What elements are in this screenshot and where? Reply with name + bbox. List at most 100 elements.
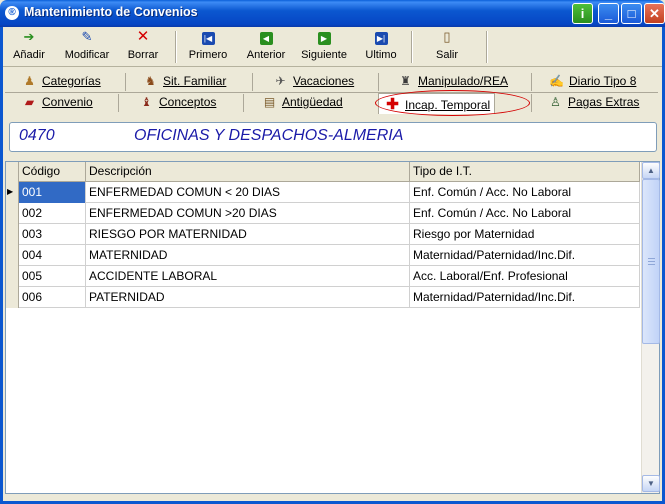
tab-row-divider	[5, 92, 658, 93]
next-record-icon: ▶	[316, 29, 332, 45]
cell-descripcion[interactable]: RIESGO POR MATERNIDAD	[86, 224, 410, 245]
app-icon[interactable]: ®	[5, 6, 19, 20]
tab-label: Manipulado/REA	[418, 74, 509, 88]
highlight-oval	[375, 90, 530, 116]
modify-button[interactable]: ✎ Modificar	[59, 29, 115, 65]
column-header-codigo[interactable]: Código	[19, 162, 86, 182]
last-button[interactable]: ▶| Ultimo	[359, 29, 403, 65]
table-row[interactable]: 004 MATERNIDAD Maternidad/Paternidad/Inc…	[6, 245, 640, 266]
modify-label: Modificar	[64, 49, 110, 61]
tab-vacaciones[interactable]: ✈ Vacaciones	[273, 74, 354, 94]
cell-descripcion[interactable]: ACCIDENTE LABORAL	[86, 266, 410, 287]
tab-divider	[243, 94, 244, 112]
add-button[interactable]: ➔ Añadir	[7, 29, 51, 65]
delete-label: Borrar	[127, 49, 159, 61]
table-row[interactable]: 006 PATERNIDAD Maternidad/Paternidad/Inc…	[6, 287, 640, 308]
cell-tipo[interactable]: Enf. Común / Acc. No Laboral	[410, 182, 640, 203]
row-indicator-header	[6, 162, 19, 182]
tab-antiguedad[interactable]: ▤ Antigüedad	[262, 95, 343, 115]
last-label: Ultimo	[365, 49, 397, 61]
worker-icon: ♟	[24, 74, 35, 88]
maximize-button[interactable]: □	[621, 3, 642, 24]
add-label: Añadir	[13, 49, 45, 61]
tab-convenio[interactable]: ▰ Convenio	[22, 95, 93, 115]
tab-label: Categorías	[42, 74, 101, 88]
cell-codigo[interactable]: 003	[19, 224, 86, 245]
column-header-descripcion[interactable]: Descripción	[86, 162, 410, 182]
cell-tipo[interactable]: Maternidad/Paternidad/Inc.Dif.	[410, 287, 640, 308]
tab-divider	[125, 73, 126, 91]
tab-label: Antigüedad	[282, 95, 343, 109]
close-button[interactable]: ✕	[644, 3, 665, 24]
tab-label: Vacaciones	[293, 74, 355, 88]
vertical-scrollbar[interactable]: ▲ ▼	[641, 162, 660, 493]
table-row[interactable]: ▶ 001 ENFERMEDAD COMUN < 20 DIAS Enf. Co…	[6, 182, 640, 203]
toolbar-separator	[411, 31, 413, 63]
tab-divider	[252, 73, 253, 91]
concepts-icon: ♝	[141, 95, 152, 109]
cell-tipo[interactable]: Riesgo por Maternidad	[410, 224, 640, 245]
info-button[interactable]: i	[572, 3, 593, 24]
table-row[interactable]: 005 ACCIDENTE LABORAL Acc. Laboral/Enf. …	[6, 266, 640, 287]
first-label: Primero	[188, 49, 228, 61]
toolbar: ➔ Añadir ✎ Modificar ✕ Borrar |◀ Primero…	[3, 27, 662, 67]
grid-header: Código Descripción Tipo de I.T.	[6, 162, 640, 182]
seniority-icon: ▤	[263, 95, 276, 109]
tab-categorias[interactable]: ♟ Categorías	[22, 74, 101, 94]
it-types-grid[interactable]: Código Descripción Tipo de I.T. ▶ 001 EN…	[5, 161, 660, 494]
cell-codigo[interactable]: 004	[19, 245, 86, 266]
scroll-down-icon[interactable]: ▼	[642, 475, 660, 492]
tab-label: Pagas Extras	[568, 95, 640, 109]
minimize-button[interactable]: _	[598, 3, 619, 24]
first-button[interactable]: |◀ Primero	[183, 29, 233, 65]
column-header-tipo[interactable]: Tipo de I.T.	[410, 162, 640, 182]
cell-tipo[interactable]: Maternidad/Paternidad/Inc.Dif.	[410, 245, 640, 266]
tab-divider	[378, 73, 379, 91]
previous-button[interactable]: ◀ Anterior	[241, 29, 291, 65]
tab-label: Sit. Familiar	[163, 74, 227, 88]
scroll-up-icon[interactable]: ▲	[642, 162, 660, 179]
scroll-thumb[interactable]	[642, 179, 660, 344]
title-bar: ® Mantenimiento de Convenios i _ □ ✕	[0, 0, 665, 27]
table-row[interactable]: 003 RIESGO POR MATERNIDAD Riesgo por Mat…	[6, 224, 640, 245]
tab-label: Convenio	[42, 95, 93, 109]
tab-diario-tipo-8[interactable]: ✍ Diario Tipo 8	[549, 74, 636, 94]
row-indicator	[6, 287, 19, 308]
delete-icon: ✕	[136, 28, 150, 45]
next-button[interactable]: ▶ Siguiente	[297, 29, 351, 65]
add-icon: ➔	[23, 29, 35, 44]
family-icon: ♞	[145, 74, 156, 88]
tab-sit-familiar[interactable]: ♞ Sit. Familiar	[143, 74, 226, 94]
cell-codigo[interactable]: 002	[19, 203, 86, 224]
cell-codigo[interactable]: 001	[19, 182, 86, 203]
tab-label: Diario Tipo 8	[569, 74, 637, 88]
toolbar-separator	[486, 31, 488, 63]
delete-button[interactable]: ✕ Borrar	[121, 29, 165, 65]
cell-codigo[interactable]: 005	[19, 266, 86, 287]
exit-label: Salir	[435, 49, 458, 61]
table-row[interactable]: 002 ENFERMEDAD COMUN >20 DIAS Enf. Común…	[6, 203, 640, 224]
agreement-code: 0470	[19, 127, 55, 144]
cell-descripcion[interactable]: MATERNIDAD	[86, 245, 410, 266]
next-label: Siguiente	[301, 49, 347, 61]
last-record-icon: ▶|	[373, 29, 389, 45]
cell-codigo[interactable]: 006	[19, 287, 86, 308]
row-indicator	[6, 266, 19, 287]
cell-descripcion[interactable]: ENFERMEDAD COMUN >20 DIAS	[86, 203, 410, 224]
cell-tipo[interactable]: Acc. Laboral/Enf. Profesional	[410, 266, 640, 287]
cell-descripcion[interactable]: ENFERMEDAD COMUN < 20 DIAS	[86, 182, 410, 203]
agreement-header: 0470 OFICINAS Y DESPACHOS-ALMERIA	[9, 122, 657, 152]
tab-label: Conceptos	[159, 95, 217, 109]
tab-divider	[531, 73, 532, 91]
tab-pagas-extras[interactable]: ♙ Pagas Extras	[548, 95, 639, 115]
cell-descripcion[interactable]: PATERNIDAD	[86, 287, 410, 308]
tab-divider	[531, 94, 532, 112]
diary-icon: ✍	[549, 74, 564, 88]
exit-button[interactable]: ▯ Salir	[427, 29, 467, 65]
row-pointer-icon: ▶	[6, 182, 19, 203]
toolbar-separator	[175, 31, 177, 63]
tab-conceptos[interactable]: ♝ Conceptos	[139, 95, 216, 115]
cell-tipo[interactable]: Enf. Común / Acc. No Laboral	[410, 203, 640, 224]
window-title: Mantenimiento de Convenios	[24, 5, 198, 19]
tab-divider	[118, 94, 119, 112]
